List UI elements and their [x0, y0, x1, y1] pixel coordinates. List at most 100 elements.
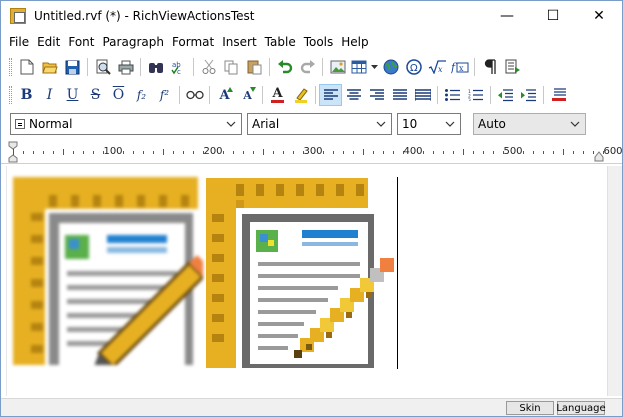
toolbar-grip[interactable] [9, 86, 12, 104]
document-image-blurred[interactable] [13, 177, 203, 365]
insert-hyperlink-button[interactable] [379, 56, 402, 78]
globe-link-icon [383, 59, 398, 75]
vertical-scrollbar[interactable] [607, 166, 622, 396]
skin-button[interactable]: Skin [506, 401, 554, 415]
bullets-button[interactable] [441, 84, 464, 106]
ruler-tick [203, 151, 204, 154]
svg-text:f: f [451, 61, 457, 74]
redo-button[interactable] [296, 56, 319, 78]
printer-icon [118, 60, 133, 74]
new-document-button[interactable] [15, 56, 38, 78]
svg-text:x: x [459, 64, 464, 73]
formatting-toolbar: B I U S O f₂ f² A A A 1 2 [1, 82, 622, 108]
toolbar-separator [474, 58, 475, 76]
window-controls: — ☐ ✕ [484, 1, 622, 31]
strikethrough-button[interactable]: S [84, 84, 107, 106]
paragraph-color-icon [551, 88, 566, 101]
insert-equation-button[interactable]: x [425, 56, 448, 78]
ruler-tick [283, 151, 284, 154]
font-size-combo[interactable]: 10 [397, 113, 461, 135]
ruler-tick [433, 151, 434, 154]
menu-format[interactable]: Format [168, 33, 218, 51]
distribute-button[interactable] [411, 84, 434, 106]
minimize-button[interactable]: — [484, 1, 530, 31]
overline-button[interactable]: O [107, 84, 130, 106]
shrink-font-button[interactable]: A [236, 84, 259, 106]
toolbar-grip[interactable] [9, 58, 12, 76]
chevron-down-icon [445, 121, 455, 127]
maximize-button[interactable]: ☐ [530, 1, 576, 31]
align-center-button[interactable] [342, 84, 365, 106]
menu-insert[interactable]: Insert [218, 33, 260, 51]
insert-symbol-button[interactable]: Ω [402, 56, 425, 78]
decrease-indent-button[interactable] [494, 84, 517, 106]
chevron-down-icon [370, 64, 378, 69]
document-editor[interactable] [6, 166, 607, 396]
horizontal-ruler[interactable]: 100 200 300 400 500 600 [1, 140, 623, 164]
font-name-combo[interactable]: Arial [247, 113, 392, 135]
folder-open-icon [41, 62, 58, 74]
paste-button[interactable] [243, 56, 266, 78]
chevron-down-icon [376, 121, 386, 127]
toolbar-separator [322, 58, 323, 76]
menu-tools[interactable]: Tools [300, 33, 338, 51]
subscript-button[interactable]: f₂ [130, 84, 153, 106]
font-color-button[interactable]: A [266, 84, 289, 106]
menu-paragraph[interactable]: Paragraph [98, 33, 167, 51]
grow-font-button[interactable]: A [213, 84, 236, 106]
open-button[interactable] [38, 56, 61, 78]
increase-indent-button[interactable] [517, 84, 540, 106]
menu-edit[interactable]: Edit [33, 33, 64, 51]
bold-button[interactable]: B [15, 84, 38, 106]
ruler-tick [13, 149, 14, 155]
close-button[interactable]: ✕ [576, 1, 622, 31]
ruler-tick [393, 151, 394, 154]
overline-icon: O [112, 87, 125, 103]
superscript-button[interactable]: f² [153, 84, 176, 106]
chevron-down-icon [570, 121, 580, 127]
italic-button[interactable]: I [38, 84, 61, 106]
menu-table[interactable]: Table [261, 33, 300, 51]
align-left-button[interactable] [319, 84, 342, 106]
toolbar-separator [437, 86, 438, 104]
justify-button[interactable] [388, 84, 411, 106]
color-combo[interactable]: Auto [473, 113, 586, 135]
ruler-tick [333, 151, 334, 154]
print-preview-icon [96, 59, 111, 75]
menu-help[interactable]: Help [337, 33, 372, 51]
insert-picture-button[interactable] [326, 56, 349, 78]
show-special-chars-button[interactable] [478, 56, 501, 78]
character-spacing-button[interactable] [183, 84, 206, 106]
toolbar-separator [543, 86, 544, 104]
font-size-value: 10 [402, 117, 418, 131]
cut-button[interactable] [197, 56, 220, 78]
paragraph-color-button[interactable] [547, 84, 570, 106]
insert-table-button[interactable] [349, 56, 379, 78]
style-combo[interactable]: Normal [10, 113, 242, 135]
toolbar-separator [209, 86, 210, 104]
numbering-button[interactable]: 123 [464, 84, 487, 106]
ruler-tick [553, 151, 554, 154]
copy-icon [224, 60, 238, 74]
menu-font[interactable]: Font [64, 33, 98, 51]
binoculars-icon [148, 63, 163, 73]
undo-button[interactable] [273, 56, 296, 78]
copy-button[interactable] [220, 56, 243, 78]
underline-button[interactable]: U [61, 84, 84, 106]
ruler-tick [43, 151, 44, 154]
find-button[interactable] [144, 56, 167, 78]
document-image-pixel[interactable] [206, 178, 400, 368]
toolbar-separator [315, 86, 316, 104]
highlight-button[interactable] [289, 84, 312, 106]
save-button[interactable] [61, 56, 84, 78]
insert-formula-button[interactable]: fx [448, 56, 471, 78]
spell-check-button[interactable]: ab c [167, 56, 190, 78]
menu-file[interactable]: File [5, 33, 33, 51]
align-right-button[interactable] [365, 84, 388, 106]
page-setup-button[interactable] [501, 56, 524, 78]
print-preview-button[interactable] [91, 56, 114, 78]
title-bar[interactable]: Untitled.rvf (*) - RichViewActionsTest —… [1, 1, 622, 31]
language-button[interactable]: Language [556, 401, 606, 415]
ruler-tick [153, 151, 154, 154]
print-button[interactable] [114, 56, 137, 78]
